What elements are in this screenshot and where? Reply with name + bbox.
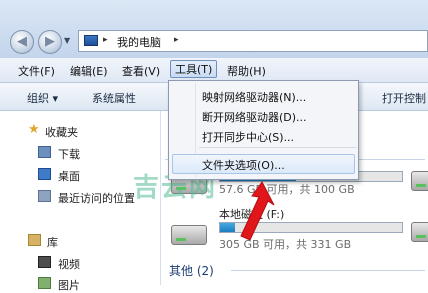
annotation-arrow-icon	[240, 181, 275, 241]
annotation-arrow-shape	[240, 181, 275, 241]
